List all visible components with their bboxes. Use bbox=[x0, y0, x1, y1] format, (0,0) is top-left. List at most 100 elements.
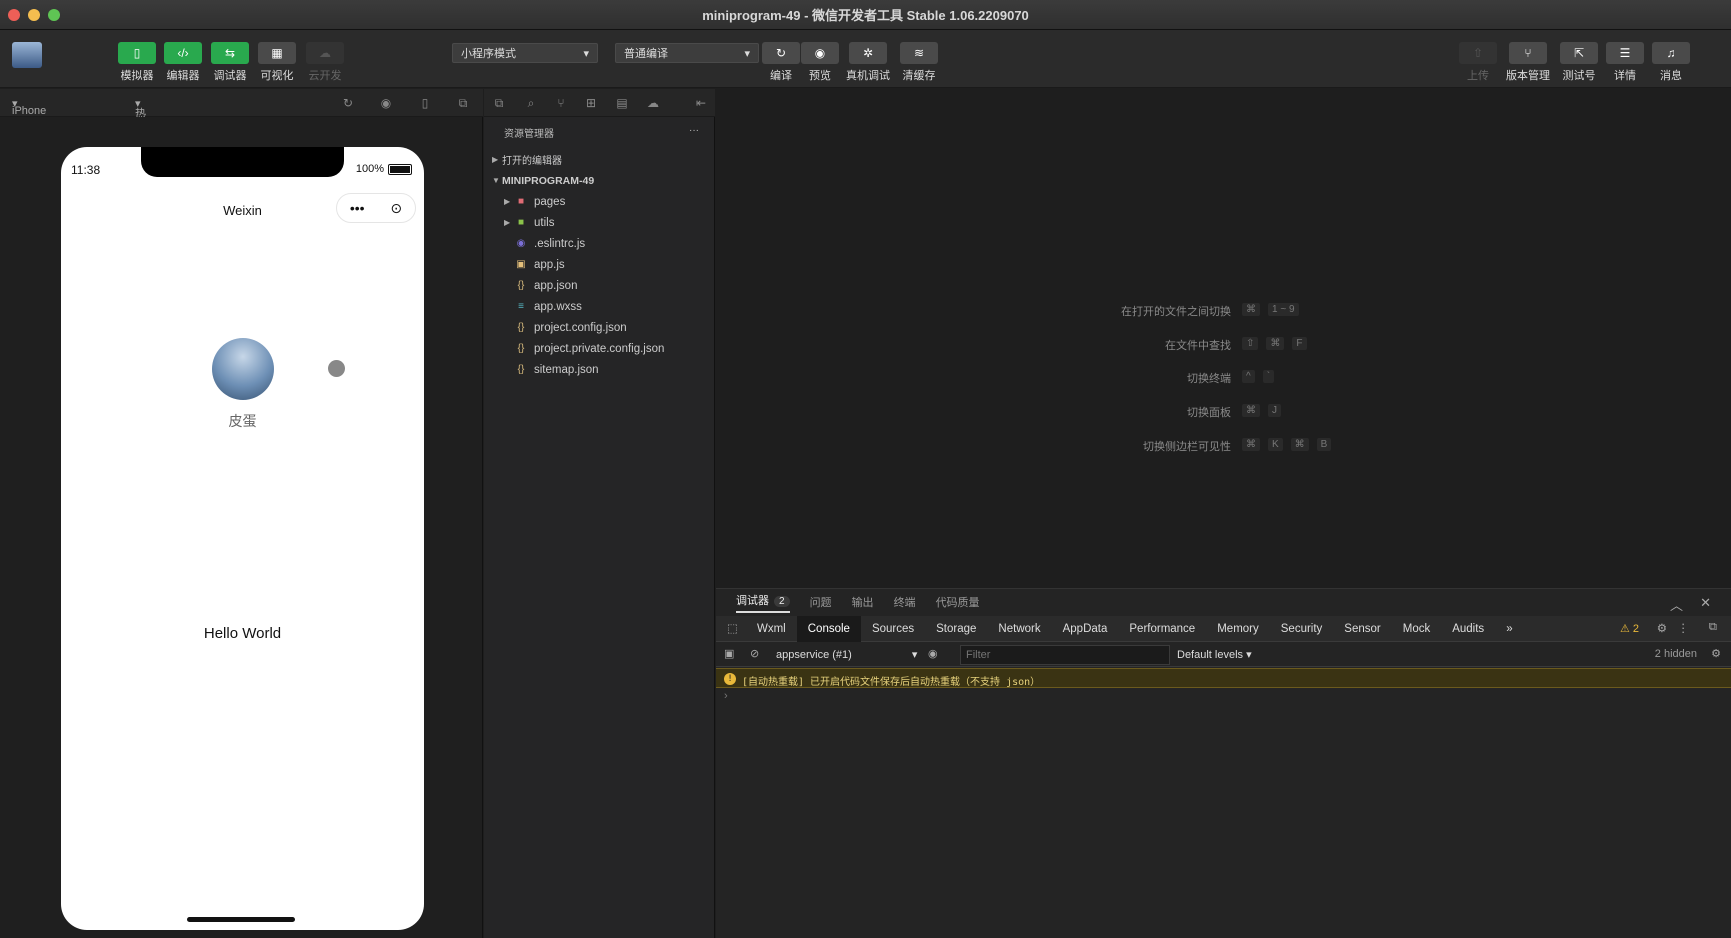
warning-count[interactable]: ⚠ 2 bbox=[1620, 622, 1639, 635]
inspect-icon[interactable]: ⬚ bbox=[716, 616, 746, 642]
store-icon[interactable]: ▤ bbox=[615, 96, 629, 110]
record-icon[interactable]: ◉ bbox=[379, 96, 393, 110]
messages-button[interactable]: ♫ 消息 bbox=[1652, 42, 1690, 83]
more-icon[interactable]: ••• bbox=[350, 200, 365, 216]
phone-simulator[interactable]: 11:38 100% Weixin ••• ⊙ 皮蛋 Hello World bbox=[61, 147, 424, 930]
details-button[interactable]: ☰ 详情 bbox=[1606, 42, 1644, 83]
version-manager-button[interactable]: ⑂ 版本管理 bbox=[1506, 42, 1550, 83]
css-file-icon: ≡ bbox=[518, 301, 524, 312]
tab-terminal[interactable]: 终端 bbox=[894, 594, 916, 610]
close-capsule-icon[interactable]: ⊙ bbox=[390, 200, 402, 217]
minimize-window-button[interactable] bbox=[28, 9, 40, 21]
close-window-button[interactable] bbox=[8, 9, 20, 21]
context-value: appservice (#1) bbox=[776, 649, 852, 661]
popout-icon[interactable]: ⧉ bbox=[456, 96, 470, 110]
collapse-up-icon[interactable]: ︿ bbox=[1670, 595, 1683, 614]
device-select[interactable]: iPhone X 100% 16 ▾ bbox=[12, 97, 46, 153]
tab-sources[interactable]: Sources bbox=[861, 616, 925, 642]
tree-item-app-json[interactable]: {} app.json bbox=[484, 275, 715, 296]
tab-storage[interactable]: Storage bbox=[925, 616, 987, 642]
clear-cache-button[interactable]: ≋ 清缓存 bbox=[900, 42, 938, 83]
tab-wxml[interactable]: Wxml bbox=[746, 616, 797, 642]
hello-text: Hello World bbox=[203, 625, 282, 642]
preview-button[interactable]: ◉ 预览 bbox=[801, 42, 839, 83]
project-section[interactable]: ▼ MINIPROGRAM-49 bbox=[484, 170, 715, 191]
extensions-icon[interactable]: ⊞ bbox=[584, 96, 598, 110]
tree-item-label: app.js bbox=[534, 258, 565, 271]
tab-mock[interactable]: Mock bbox=[1392, 616, 1441, 642]
compile-button[interactable]: ↻ 编译 bbox=[762, 42, 800, 83]
upload-label: 上传 bbox=[1467, 70, 1489, 82]
tab-problems[interactable]: 问题 bbox=[810, 594, 832, 610]
user-avatar-image[interactable] bbox=[212, 338, 274, 400]
tab-sensor[interactable]: Sensor bbox=[1333, 616, 1391, 642]
files-icon[interactable]: ⧉ bbox=[492, 96, 506, 110]
sidebar-toggle-icon[interactable]: ▣ bbox=[724, 647, 734, 660]
clear-console-icon[interactable]: ⊘ bbox=[750, 647, 759, 660]
tree-item-project-config[interactable]: {} project.config.json bbox=[484, 317, 715, 338]
rotate-icon[interactable]: ↻ bbox=[341, 96, 355, 110]
kebab-menu-icon[interactable]: ⋮ bbox=[1678, 621, 1690, 635]
tree-item-app-wxss[interactable]: ≡ app.wxss bbox=[484, 296, 715, 317]
tab-code-quality[interactable]: 代码质量 bbox=[936, 594, 980, 610]
debugger-badge: 2 bbox=[774, 595, 790, 607]
maximize-window-button[interactable] bbox=[48, 9, 60, 21]
editor-toggle-button[interactable]: ‹/› 编辑器 bbox=[164, 42, 202, 83]
remote-debug-button[interactable]: ✲ 真机调试 bbox=[846, 42, 890, 83]
context-select[interactable]: appservice (#1) ▾ bbox=[776, 648, 917, 661]
status-battery: 100% bbox=[356, 163, 412, 175]
tab-performance[interactable]: Performance bbox=[1118, 616, 1206, 642]
external-icon: ⇱ bbox=[1560, 42, 1598, 64]
docker-icon[interactable]: ☁ bbox=[646, 96, 660, 110]
folder-icon: ■ bbox=[517, 217, 525, 228]
console-message-text: [自动热重载] 已开启代码文件保存后自动热重载（不支持 json） bbox=[742, 677, 1041, 688]
tree-item-pages[interactable]: ▶ ■ pages bbox=[484, 191, 715, 212]
tree-item-app-js[interactable]: ▣ app.js bbox=[484, 254, 715, 275]
open-editors-section[interactable]: ▶ 打开的编辑器 bbox=[484, 149, 715, 170]
hotreload-select[interactable]: 热重载 开 ▾ bbox=[135, 97, 146, 168]
tab-output[interactable]: 输出 bbox=[852, 594, 874, 610]
close-icon[interactable]: ✕ bbox=[1700, 595, 1711, 611]
tree-item-label: pages bbox=[534, 195, 566, 208]
eye-icon[interactable]: ◉ bbox=[928, 647, 938, 660]
debugger-toggle-button[interactable]: ⇆ 调试器 bbox=[211, 42, 249, 83]
more-tabs-icon[interactable]: » bbox=[1495, 616, 1523, 642]
shortcut-label: 在文件中查找 bbox=[1165, 340, 1231, 352]
tree-item-sitemap[interactable]: {} sitemap.json bbox=[484, 359, 715, 380]
tab-memory[interactable]: Memory bbox=[1206, 616, 1270, 642]
console-filter-bar: ▣ ⊘ appservice (#1)▾ ◉ Default levels ▾ … bbox=[716, 643, 1731, 667]
editor-area[interactable]: 在打开的文件之间切换 ⌘ 1 ~ 9 在文件中查找 ⇧ ⌘ F 切换终端 ^ ` 切换面… bbox=[716, 89, 1731, 587]
upload-button[interactable]: ⇧ 上传 bbox=[1459, 42, 1497, 83]
mode-select[interactable]: 小程序模式 ▾ bbox=[452, 43, 598, 63]
device-icon[interactable]: ▯ bbox=[418, 96, 432, 110]
tree-item-project-private-config[interactable]: {} project.private.config.json bbox=[484, 338, 715, 359]
tree-item-utils[interactable]: ▶ ■ utils bbox=[484, 212, 715, 233]
explorer-more-icon[interactable]: ··· bbox=[689, 125, 699, 136]
tab-audits[interactable]: Audits bbox=[1441, 616, 1495, 642]
compile-select[interactable]: 普通编译 ▾ bbox=[615, 43, 759, 63]
console-settings-icon[interactable]: ⚙ bbox=[1711, 647, 1721, 660]
chevron-right-icon: ▶ bbox=[504, 218, 511, 227]
search-icon[interactable]: ⌕ bbox=[524, 96, 538, 110]
tab-security[interactable]: Security bbox=[1270, 616, 1334, 642]
capsule-menu[interactable]: ••• ⊙ bbox=[336, 193, 416, 223]
undock-icon[interactable]: ⧉ bbox=[1709, 621, 1717, 634]
tab-console[interactable]: Console bbox=[796, 615, 861, 642]
explorer-title: 资源管理器 ··· bbox=[484, 125, 715, 140]
test-account-button[interactable]: ⇱ 测试号 bbox=[1560, 42, 1598, 83]
tab-debugger[interactable]: 调试器 2 bbox=[736, 592, 790, 613]
cloud-dev-button[interactable]: ☁ 云开发 bbox=[306, 42, 344, 83]
simulator-toggle-button[interactable]: ▯ 模拟器 bbox=[118, 42, 156, 83]
console-filter-input[interactable] bbox=[960, 645, 1170, 665]
tree-item-eslintrc[interactable]: ◉ .eslintrc.js bbox=[484, 233, 715, 254]
console-prompt[interactable]: › bbox=[724, 690, 728, 702]
tab-network[interactable]: Network bbox=[987, 616, 1051, 642]
visual-toggle-button[interactable]: ▦ 可视化 bbox=[258, 42, 296, 83]
tab-appdata[interactable]: AppData bbox=[1052, 616, 1119, 642]
gear-icon[interactable]: ⚙ bbox=[1657, 621, 1667, 635]
user-avatar[interactable] bbox=[12, 42, 42, 68]
cloud-dev-label: 云开发 bbox=[308, 70, 342, 82]
collapse-panel-icon[interactable]: ⇤ bbox=[694, 96, 708, 110]
source-control-icon[interactable]: ⑂ bbox=[554, 96, 568, 110]
log-levels-select[interactable]: Default levels ▾ bbox=[1177, 648, 1252, 661]
